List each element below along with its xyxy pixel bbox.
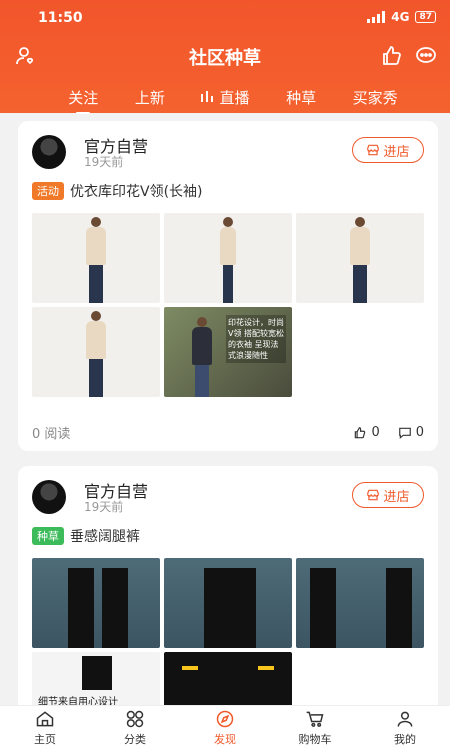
nav-label: 我的 [394, 733, 416, 746]
product-image[interactable] [32, 558, 160, 648]
comment-button[interactable]: 0 [398, 423, 424, 442]
nav-discover[interactable]: 发现 [190, 706, 260, 750]
store-icon [367, 144, 380, 156]
thumbs-up-icon[interactable] [380, 44, 404, 68]
network-label: 4G [391, 10, 410, 24]
post-time: 19天前 [84, 500, 124, 514]
nav-cart[interactable]: 购物车 [280, 706, 350, 750]
seed-badge: 种草 [32, 527, 64, 545]
product-image[interactable] [296, 558, 424, 648]
post-text: 优衣库印花V领(长袖) [70, 184, 203, 200]
tab-new[interactable]: 上新 [135, 84, 165, 110]
product-image[interactable]: 印花设计，时尚V领 搭配较宽松的衣袖 呈现法式浪漫随性 [164, 307, 292, 397]
product-image[interactable] [296, 213, 424, 303]
nav-label: 购物车 [298, 733, 332, 746]
product-image[interactable] [164, 213, 292, 303]
battery-icon: 87 [415, 11, 436, 23]
tab-live[interactable]: 直播 [201, 84, 249, 110]
tab-label: 买家秀 [352, 88, 398, 107]
post-card[interactable]: 官方自营 19天前 进店 活动 优衣库印花V领(长袖) 印花设计，时尚V领 搭配… [18, 121, 438, 451]
enter-store-button[interactable]: 进店 [352, 137, 424, 163]
product-image[interactable] [164, 558, 292, 648]
read-count: 0 阅读 [32, 427, 71, 442]
nav-label: 分类 [124, 733, 146, 746]
detail-image[interactable]: 细节来自用心设计 [32, 652, 160, 705]
header: 11:50 4G 87 社区种草 关注 上新 直播 种草 买家秀 [0, 0, 450, 114]
detail-caption: 细节来自用心设计 [38, 697, 118, 705]
bottom-nav: 主页 分类 发现 购物车 我的 [0, 705, 450, 750]
message-icon[interactable] [414, 44, 438, 68]
user-icon [397, 711, 413, 727]
signal-icon [367, 11, 386, 23]
tab-label: 直播 [219, 88, 250, 107]
home-icon [36, 711, 54, 727]
category-icon [126, 710, 144, 728]
post-text: 垂感阔腿裤 [70, 529, 140, 545]
nav-profile[interactable]: 我的 [370, 706, 440, 750]
activity-badge: 活动 [32, 182, 64, 200]
product-image[interactable] [32, 307, 160, 397]
feed-tabs: 关注 上新 直播 种草 买家秀 [0, 84, 450, 114]
thumbs-up-icon [355, 426, 366, 438]
tab-buyer-show[interactable]: 买家秀 [353, 84, 398, 110]
nav-category[interactable]: 分类 [100, 706, 170, 750]
tab-label: 种草 [286, 88, 317, 107]
status-indicators: 4G 87 [367, 10, 436, 24]
image-grid: 印花设计，时尚V领 搭配较宽松的衣袖 呈现法式浪漫随性 [32, 213, 424, 397]
like-button[interactable]: 0 [353, 423, 380, 442]
title-bar: 社区种草 [0, 40, 450, 70]
product-image[interactable] [32, 213, 160, 303]
tab-follow[interactable]: 关注 [68, 84, 99, 114]
tab-label: 上新 [134, 88, 165, 107]
tab-label: 关注 [68, 88, 99, 107]
feed[interactable]: 官方自营 19天前 进店 活动 优衣库印花V领(长袖) 印花设计，时尚V领 搭配… [0, 113, 450, 705]
image-grid: 细节来自用心设计 [32, 558, 424, 705]
store-button-label: 进店 [383, 144, 410, 160]
post-title: 种草 垂感阔腿裤 [32, 526, 140, 546]
post-card[interactable]: 官方自营 19天前 进店 种草 垂感阔腿裤 细节来自用心设计 [18, 466, 438, 705]
enter-store-button[interactable]: 进店 [352, 482, 424, 508]
store-button-label: 进店 [383, 489, 410, 505]
avatar[interactable] [32, 480, 66, 514]
cart-icon [306, 711, 324, 727]
live-icon [201, 91, 214, 102]
status-bar: 11:50 4G 87 [38, 8, 436, 28]
post-title: 活动 优衣库印花V领(长袖) [32, 181, 203, 201]
nav-label: 发现 [214, 733, 236, 746]
comment-count: 0 [415, 425, 424, 440]
nav-home[interactable]: 主页 [10, 706, 80, 750]
compass-icon [216, 710, 234, 728]
tab-seed[interactable]: 种草 [286, 84, 316, 110]
nav-label: 主页 [34, 733, 56, 746]
avatar[interactable] [32, 135, 66, 169]
like-count: 0 [371, 425, 380, 440]
post-time: 19天前 [84, 155, 124, 169]
store-icon [367, 489, 380, 501]
detail-image[interactable] [164, 652, 292, 705]
post-stats: 0 阅读 0 0 [32, 423, 424, 442]
clock: 11:50 [38, 10, 83, 26]
image-caption: 印花设计，时尚V领 搭配较宽松的衣袖 呈现法式浪漫随性 [226, 315, 286, 363]
comment-icon [398, 427, 411, 439]
